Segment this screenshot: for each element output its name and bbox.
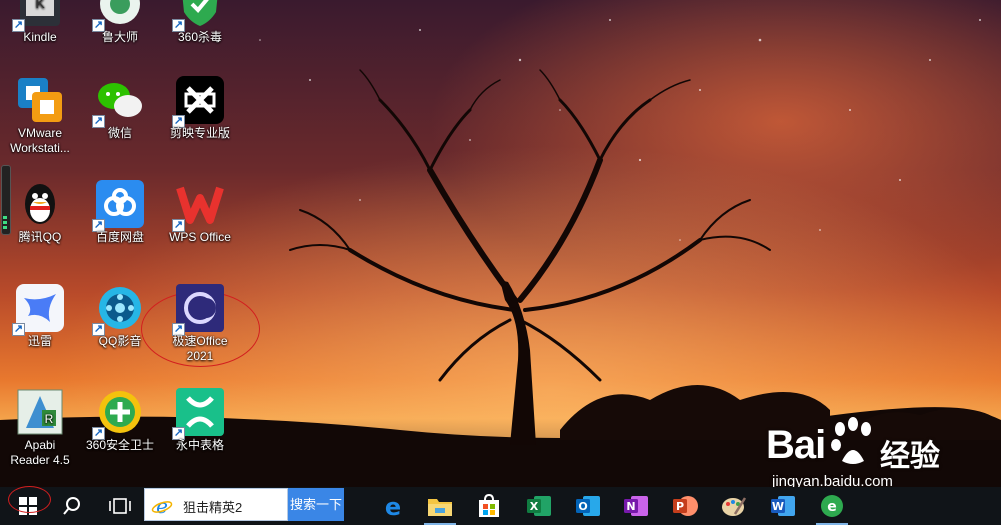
- ludashi-icon: ↗: [92, 0, 144, 32]
- file-explorer-icon: [428, 499, 452, 516]
- svg-text:X: X: [530, 500, 539, 513]
- icon-label: 永中表格: [175, 438, 224, 452]
- taskbar-store[interactable]: [467, 487, 511, 525]
- search-submit-button[interactable]: 搜索一下: [288, 488, 344, 521]
- svg-text:e: e: [385, 494, 401, 518]
- desktop-icon-baidu-netdisk[interactable]: ↗ 百度网盘: [80, 180, 160, 280]
- svg-text:K: K: [35, 0, 45, 11]
- desktop-icon-wps-office[interactable]: ↗ WPS Office: [160, 180, 240, 280]
- taskbar-powerpoint[interactable]: P: [663, 487, 707, 525]
- taskbar: e 狙击精英2 搜索一下 e X O N P W e: [0, 487, 1001, 525]
- apabi-reader-icon: R: [16, 388, 64, 436]
- desktop-icon-qq-player[interactable]: ↗ QQ影音: [80, 284, 160, 384]
- icon-label: 腾讯QQ: [18, 230, 62, 244]
- desktop-icon-wechat[interactable]: ↗ 微信: [80, 76, 160, 176]
- icon-label: VMware Workstati...: [10, 126, 70, 155]
- icon-label: QQ影音: [98, 334, 142, 348]
- desktop-icon-yozo-sheet[interactable]: ↗ 永中表格: [160, 388, 240, 488]
- icon-label: 迅雷: [27, 334, 52, 348]
- icon-label: Apabi Reader 4.5: [10, 438, 70, 467]
- xunlei-icon: ↗: [12, 284, 64, 336]
- svg-text:e: e: [827, 499, 837, 515]
- desktop-icon-jianying[interactable]: ↗ 剪映专业版: [160, 76, 240, 176]
- svg-text:e: e: [156, 495, 168, 517]
- icon-label: 剪映专业版: [169, 126, 230, 140]
- jianying-icon: ↗: [172, 76, 224, 128]
- baidu-jingyan-watermark: Bai 经验 jingyan.baidu.com: [758, 411, 998, 490]
- store-icon: [479, 494, 499, 517]
- taskbar-word[interactable]: W: [761, 487, 805, 525]
- desktop-icon-xunlei[interactable]: ↗ 迅雷: [0, 284, 80, 384]
- svg-text:O: O: [578, 500, 587, 513]
- 360-browser-icon: e: [821, 495, 843, 517]
- paint-icon: [722, 497, 747, 516]
- 360-safe-icon: ↗: [92, 388, 144, 440]
- desktop-icon-360-safe[interactable]: ↗ 360安全卫士: [80, 388, 160, 488]
- outlook-icon: O: [576, 496, 600, 516]
- desktop-icon-kindle[interactable]: K ↗ Kindle: [0, 0, 80, 80]
- desktop-icon-jisu-office[interactable]: ↗ 极速Office 2021: [160, 284, 240, 384]
- task-view-button[interactable]: [98, 487, 142, 525]
- search-icon: [63, 497, 80, 515]
- desktop-icon-tencent-qq[interactable]: 腾讯QQ: [0, 180, 80, 280]
- taskbar-onenote[interactable]: N: [614, 487, 658, 525]
- jisu-office-icon: ↗: [172, 284, 224, 336]
- yozo-sheet-icon: ↗: [172, 388, 224, 440]
- icon-label: 百度网盘: [95, 230, 144, 244]
- qq-penguin-icon: [16, 180, 64, 228]
- desktop-icon-ludashi[interactable]: ↗ 鲁大师: [80, 0, 160, 80]
- icon-label: 微信: [107, 126, 132, 140]
- icon-label: 360杀毒: [177, 30, 223, 44]
- excel-icon: X: [527, 496, 551, 516]
- taskbar-file-explorer[interactable]: [418, 487, 462, 525]
- svg-text:W: W: [772, 500, 784, 513]
- taskbar-paint[interactable]: [712, 487, 756, 525]
- taskbar-edge[interactable]: e: [371, 487, 415, 525]
- kindle-icon: K ↗: [12, 0, 64, 32]
- watermark-brand: Bai: [766, 423, 826, 467]
- taskbar-360-browser[interactable]: e: [810, 487, 854, 525]
- icon-label: 极速Office 2021: [172, 334, 228, 363]
- word-icon: W: [771, 496, 795, 516]
- desktop-icon-vmware[interactable]: VMware Workstati...: [0, 76, 80, 176]
- search-input-text: 狙击精英2: [183, 500, 243, 515]
- ie-icon: e: [151, 495, 173, 517]
- svg-text:R: R: [45, 412, 54, 426]
- baidu-netdisk-icon: ↗: [92, 180, 144, 232]
- icon-label: WPS Office: [169, 230, 231, 244]
- taskbar-excel[interactable]: X: [517, 487, 561, 525]
- taskbar-search-button[interactable]: [50, 487, 94, 525]
- qq-player-icon: ↗: [92, 284, 144, 336]
- edge-icon: e: [385, 494, 401, 518]
- vmware-icon: [16, 76, 64, 124]
- wechat-icon: ↗: [92, 76, 144, 128]
- watermark-brand-cn: 经验: [880, 439, 940, 474]
- icon-label: 360安全卫士: [85, 438, 155, 452]
- task-view-icon: [109, 498, 131, 514]
- icon-label: 鲁大师: [101, 30, 138, 44]
- 360-antivirus-icon: ↗: [172, 0, 224, 32]
- taskbar-outlook[interactable]: O: [566, 487, 610, 525]
- annotation-circle-start: [8, 486, 51, 513]
- powerpoint-icon: P: [673, 496, 698, 516]
- search-input[interactable]: e 狙击精英2: [144, 488, 288, 521]
- baidu-paw-icon: [831, 417, 871, 464]
- icon-label: Kindle: [23, 30, 57, 44]
- wps-office-icon: ↗: [172, 180, 224, 232]
- svg-text:P: P: [676, 500, 684, 513]
- onenote-icon: N: [624, 496, 648, 516]
- svg-text:N: N: [626, 500, 635, 513]
- desktop-icon-apabi-reader[interactable]: R Apabi Reader 4.5: [0, 388, 80, 488]
- desktop-icon-360-antivirus[interactable]: ↗ 360杀毒: [160, 0, 240, 80]
